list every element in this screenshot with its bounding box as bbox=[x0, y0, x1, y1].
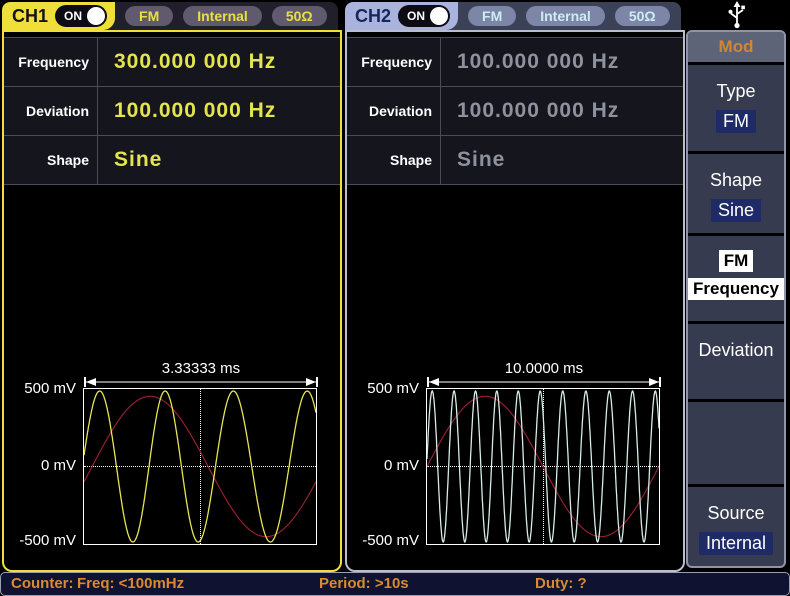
menu-title: Mod bbox=[688, 32, 784, 65]
ch2-tab: CH2 ON bbox=[345, 2, 458, 30]
ch2-frequency-value[interactable]: 100.000 000 Hz bbox=[441, 38, 683, 86]
ch2-label: CH2 bbox=[355, 6, 391, 27]
ch2-deviation-label: Deviation bbox=[347, 87, 441, 135]
ch1-deviation-row[interactable]: Deviation 100.000 000 Hz bbox=[4, 87, 340, 136]
ch2-header: CH2 ON FM Internal 50Ω bbox=[345, 2, 681, 30]
softkey-menu: Mod Type FM Shape Sine FM Frequency Devi… bbox=[686, 30, 786, 568]
softkey-blank[interactable] bbox=[688, 402, 784, 487]
ch1-ytop-label: 500 mV bbox=[4, 380, 76, 397]
counter-period: Period: >10s bbox=[319, 575, 409, 592]
ch2-span-arrow-icon bbox=[426, 377, 662, 387]
ch2-frequency-label: Frequency bbox=[347, 38, 441, 86]
counter-duty: Duty: ? bbox=[535, 575, 587, 592]
ch1-mod-badge: FM bbox=[125, 6, 173, 26]
ch2-source-badge: Internal bbox=[526, 6, 605, 26]
ch2-span-label: 10.0000 ms bbox=[426, 360, 662, 377]
usb-icon bbox=[726, 1, 748, 29]
ch1-plot-area bbox=[83, 388, 317, 545]
ch1-shape-value[interactable]: Sine bbox=[98, 136, 340, 184]
ch1-shape-label: Shape bbox=[4, 136, 98, 184]
ch2-wave bbox=[427, 389, 659, 544]
ch2-deviation-value[interactable]: 100.000 000 Hz bbox=[441, 87, 683, 135]
ch2-ybottom-label: -500 mV bbox=[347, 532, 419, 549]
usb-status-area bbox=[686, 0, 788, 30]
ch1-source-badge: Internal bbox=[183, 6, 262, 26]
softkey-deviation[interactable]: Deviation bbox=[688, 324, 784, 402]
instrument-screen: CH1 ON FM Internal 50Ω CH2 ON FM Interna… bbox=[0, 0, 790, 596]
ch1-wave bbox=[84, 389, 316, 544]
ch1-shape-row[interactable]: Shape Sine bbox=[4, 136, 340, 184]
ch2-ytop-label: 500 mV bbox=[347, 380, 419, 397]
ch2-toggle-knob bbox=[430, 7, 448, 25]
ch2-shape-label: Shape bbox=[347, 136, 441, 184]
ch2-shape-row[interactable]: Shape Sine bbox=[347, 136, 683, 184]
source-label: Source bbox=[707, 503, 764, 524]
ch2-ymid-label: 0 mV bbox=[347, 457, 419, 474]
ch2-deviation-row[interactable]: Deviation 100.000 000 Hz bbox=[347, 87, 683, 136]
type-label: Type bbox=[716, 81, 755, 102]
ch2-panel: Frequency 100.000 000 Hz Deviation 100.0… bbox=[345, 30, 685, 572]
ch1-span-label: 3.33333 ms bbox=[83, 360, 319, 377]
ch1-header: CH1 ON FM Internal 50Ω bbox=[2, 2, 338, 30]
ch1-tab: CH1 ON bbox=[2, 2, 115, 30]
counter-status-bar: Counter: Freq: <100mHz Period: >10s Duty… bbox=[0, 572, 790, 596]
ch1-frequency-label: Frequency bbox=[4, 38, 98, 86]
counter-label: Counter: bbox=[11, 575, 74, 592]
shape-value: Sine bbox=[711, 199, 761, 222]
ch1-ymid-label: 0 mV bbox=[4, 457, 76, 474]
softkey-source[interactable]: Source Internal bbox=[688, 487, 784, 566]
ch1-toggle-label: ON bbox=[64, 9, 82, 23]
ch1-label: CH1 bbox=[12, 6, 48, 27]
softkey-fm-frequency[interactable]: FM Frequency bbox=[688, 236, 784, 324]
ch1-waveform-preview: 3.33333 ms 500 mV 0 mV -500 mV bbox=[4, 360, 340, 560]
softkey-type[interactable]: Type FM bbox=[688, 65, 784, 154]
type-value: FM bbox=[716, 110, 756, 133]
ch1-toggle-knob bbox=[87, 7, 105, 25]
ch2-toggle-label: ON bbox=[407, 9, 425, 23]
ch2-frequency-row[interactable]: Frequency 100.000 000 Hz bbox=[347, 38, 683, 87]
ch2-shape-value[interactable]: Sine bbox=[441, 136, 683, 184]
counter-freq: Freq: <100mHz bbox=[77, 575, 184, 592]
ch1-ybottom-label: -500 mV bbox=[4, 532, 76, 549]
shape-label: Shape bbox=[710, 170, 762, 191]
ch1-panel: Frequency 300.000 000 Hz Deviation 100.0… bbox=[2, 30, 342, 572]
ch2-on-toggle[interactable]: ON bbox=[398, 5, 450, 27]
fm-frequency-line1: FM bbox=[719, 250, 754, 272]
ch2-mod-badge: FM bbox=[468, 6, 516, 26]
ch2-waveform-preview: 10.0000 ms 500 mV 0 mV -500 mV bbox=[347, 360, 683, 560]
ch1-frequency-row[interactable]: Frequency 300.000 000 Hz bbox=[4, 38, 340, 87]
ch2-impedance-badge: 50Ω bbox=[615, 6, 670, 26]
ch1-frequency-value[interactable]: 300.000 000 Hz bbox=[98, 38, 340, 86]
softkey-shape[interactable]: Shape Sine bbox=[688, 154, 784, 236]
ch1-on-toggle[interactable]: ON bbox=[55, 5, 107, 27]
ch1-deviation-label: Deviation bbox=[4, 87, 98, 135]
ch1-deviation-value[interactable]: 100.000 000 Hz bbox=[98, 87, 340, 135]
deviation-label: Deviation bbox=[698, 340, 773, 361]
fm-frequency-line2: Frequency bbox=[688, 278, 784, 300]
source-value: Internal bbox=[699, 532, 773, 555]
ch1-impedance-badge: 50Ω bbox=[272, 6, 327, 26]
ch2-plot-area bbox=[426, 388, 660, 545]
ch1-span-arrow-icon bbox=[83, 377, 319, 387]
